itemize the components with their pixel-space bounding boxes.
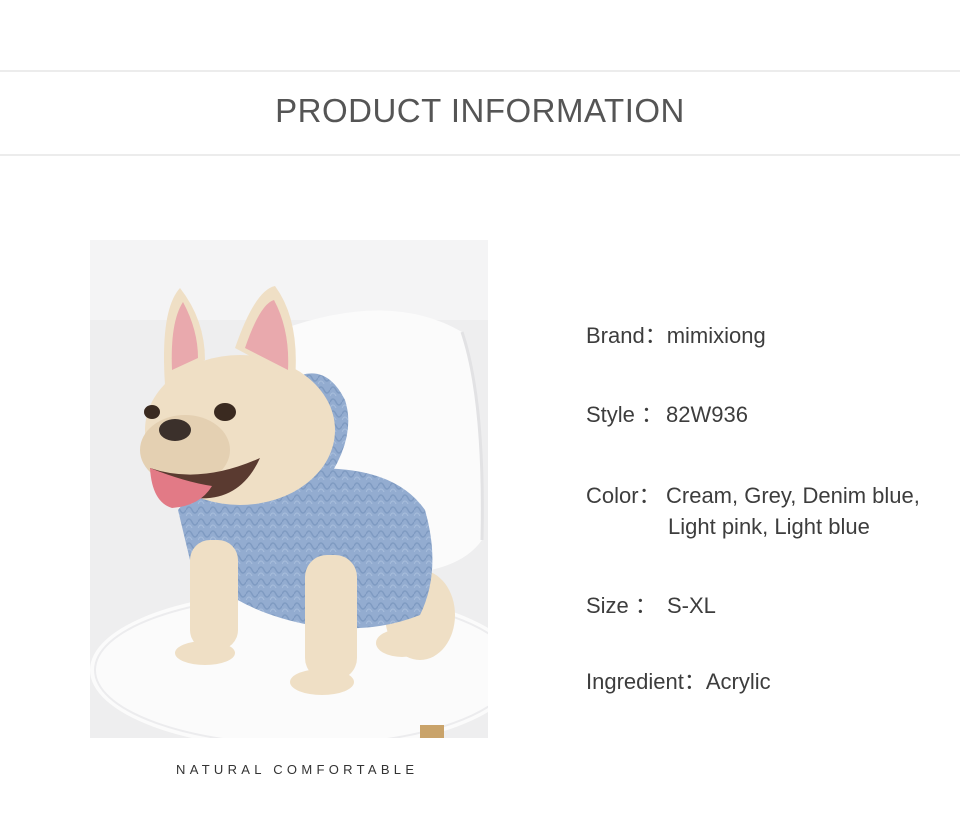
dog-in-sweater-illustration <box>90 240 488 738</box>
spec-style-label: Style ： <box>586 402 664 427</box>
spec-ingredient-value: Acrylic <box>705 669 771 694</box>
page-title: PRODUCT INFORMATION <box>275 92 685 129</box>
spec-brand-label: Brand： <box>586 323 667 348</box>
spec-ingredient: Ingredient：Acrylic <box>586 664 771 696</box>
spec-color-value-line1: Cream, Grey, Denim blue, <box>666 483 920 508</box>
spec-color-label: Color： <box>586 483 661 508</box>
photo-caption: NATURAL COMFORTABLE <box>176 762 419 777</box>
spec-color: Color： Cream, Grey, Denim blue, <box>586 478 920 510</box>
spec-brand: Brand：mimixiong <box>586 318 766 350</box>
spec-style-value: 82W936 <box>666 402 748 427</box>
spec-color-value-line2: Light pink, Light blue <box>668 514 870 539</box>
spec-size: Size ： S-XL <box>586 588 716 620</box>
spec-brand-value: mimixiong <box>666 323 766 348</box>
product-photo <box>90 240 488 738</box>
spec-size-label: Size ： <box>586 593 657 618</box>
spec-ingredient-label: Ingredient： <box>586 669 706 694</box>
spec-style: Style ： 82W936 <box>586 397 748 429</box>
spec-size-value: S-XL <box>667 593 716 618</box>
